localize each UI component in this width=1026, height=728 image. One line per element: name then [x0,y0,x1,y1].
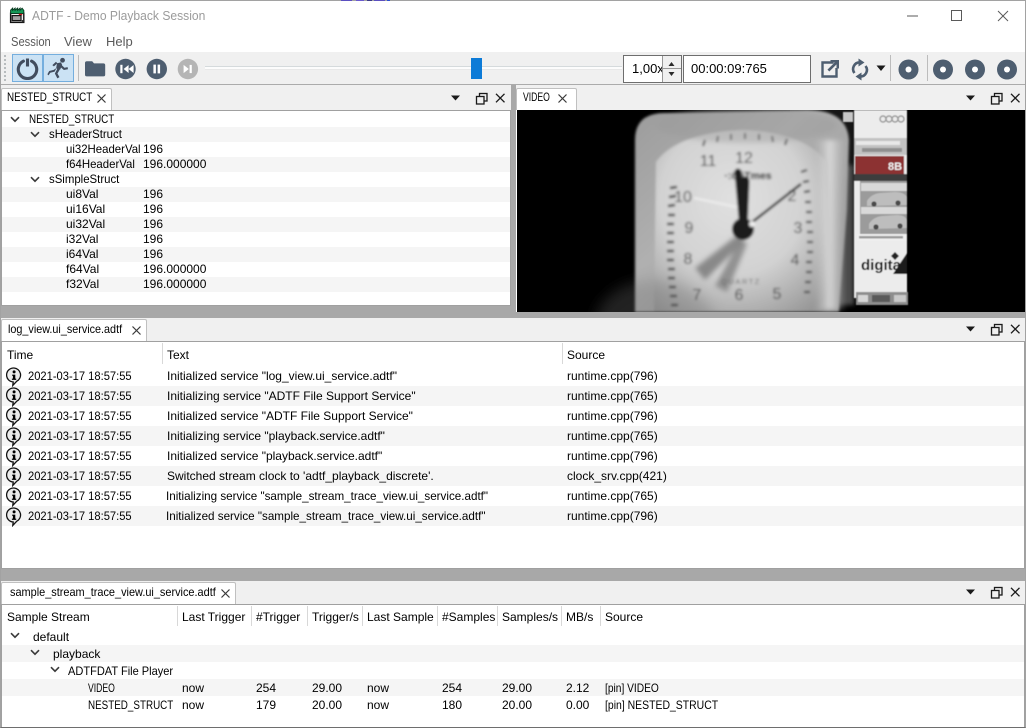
svg-text:9: 9 [685,220,694,237]
svg-text:4: 4 [791,252,800,269]
svg-text:3: 3 [794,220,803,237]
svg-text:10: 10 [674,189,692,206]
svg-text:6: 6 [735,287,744,304]
svg-text:8B: 8B [888,161,902,173]
svg-text:11: 11 [700,153,717,170]
svg-text:QUARTZ: QUARTZ [721,277,761,286]
svg-text:5: 5 [773,286,782,303]
svg-text:12: 12 [735,150,753,167]
svg-text:8: 8 [684,251,693,268]
